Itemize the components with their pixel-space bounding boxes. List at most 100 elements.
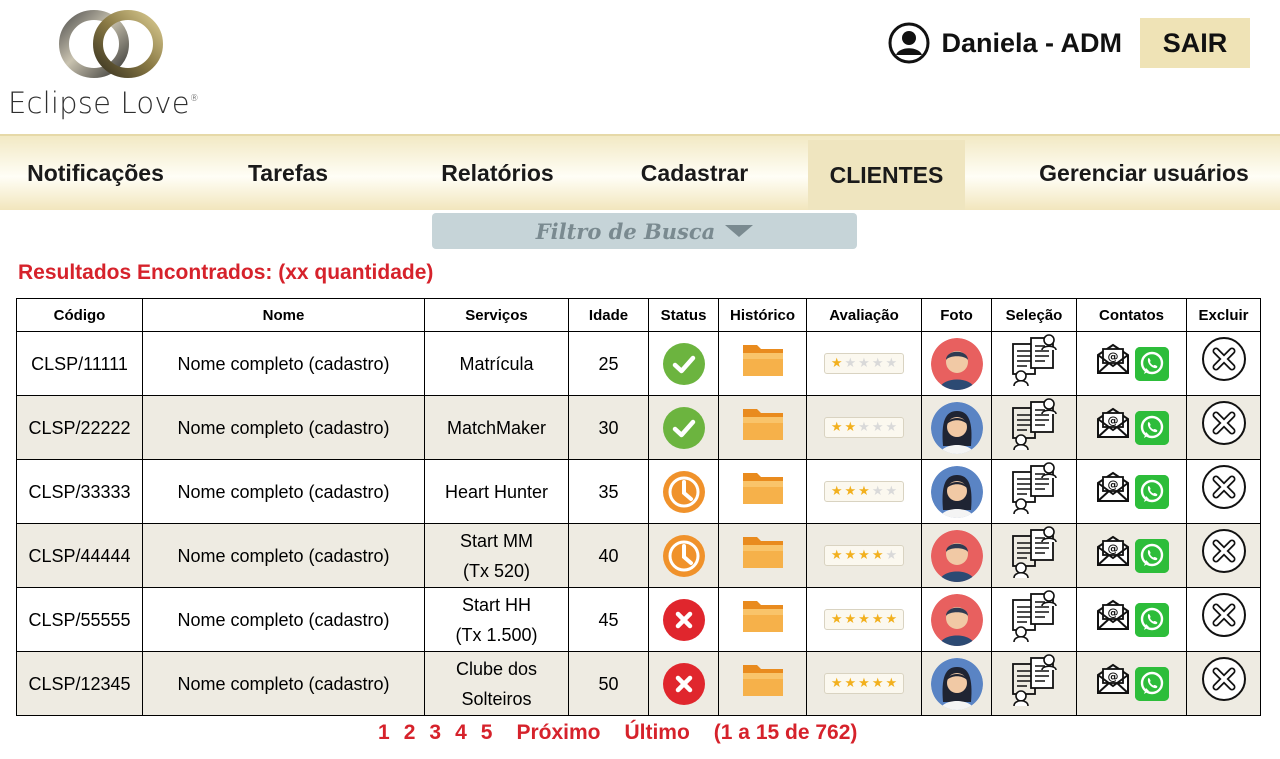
- mail-icon[interactable]: @: [1095, 535, 1131, 576]
- table-row[interactable]: CLSP/22222 Nome completo (cadastro) MatchM…: [16, 395, 1261, 460]
- star-icon: ★: [871, 612, 884, 627]
- next-page-link[interactable]: Próximo: [516, 721, 600, 745]
- folder-icon[interactable]: [741, 659, 785, 708]
- column-header[interactable]: Idade: [568, 298, 649, 332]
- cell-service: Heart Hunter: [424, 459, 569, 524]
- avatar[interactable]: [930, 657, 983, 710]
- cell-name[interactable]: Nome completo (cadastro): [142, 651, 425, 716]
- mail-icon[interactable]: @: [1095, 343, 1131, 384]
- cell-contacts: @: [1076, 587, 1187, 652]
- cell-name[interactable]: Nome completo (cadastro): [142, 523, 425, 588]
- delete-circle-icon[interactable]: [1201, 592, 1247, 647]
- column-header[interactable]: Status: [648, 298, 719, 332]
- user-avatar-icon[interactable]: [887, 21, 931, 65]
- star-icon: ★: [885, 548, 898, 563]
- star-icon: ★: [830, 548, 843, 563]
- mail-icon[interactable]: @: [1095, 599, 1131, 640]
- contact-card-icon[interactable]: [1009, 460, 1059, 523]
- clock-icon: [662, 470, 706, 514]
- whatsapp-icon[interactable]: [1134, 666, 1169, 701]
- mail-icon[interactable]: @: [1095, 663, 1131, 704]
- column-header[interactable]: Seleção: [991, 298, 1077, 332]
- folder-icon[interactable]: [741, 403, 785, 452]
- star-icon: ★: [844, 356, 857, 371]
- delete-circle-icon[interactable]: [1201, 528, 1247, 583]
- brand-logo: Eclipse Love®: [8, 10, 208, 125]
- contact-card-icon[interactable]: [1009, 396, 1059, 459]
- avatar[interactable]: [930, 337, 983, 390]
- column-header[interactable]: Excluir: [1186, 298, 1261, 332]
- rating-stars: ★ ★ ★ ★ ★: [823, 353, 905, 374]
- delete-circle-icon[interactable]: [1201, 336, 1247, 391]
- star-icon: ★: [830, 356, 843, 371]
- page-link[interactable]: 1: [378, 721, 390, 745]
- column-header[interactable]: Código: [16, 298, 143, 332]
- whatsapp-icon[interactable]: [1134, 538, 1169, 573]
- star-icon: ★: [858, 420, 870, 435]
- folder-icon[interactable]: [741, 467, 785, 516]
- cell-name[interactable]: Nome completo (cadastro): [142, 459, 425, 524]
- cell-name[interactable]: Nome completo (cadastro): [142, 331, 425, 396]
- delete-circle-icon[interactable]: [1201, 656, 1247, 711]
- whatsapp-icon[interactable]: [1134, 410, 1169, 445]
- table-row[interactable]: CLSP/44444 Nome completo (cadastro) Start …: [16, 523, 1261, 588]
- table-row[interactable]: CLSP/55555 Nome completo (cadastro) Start …: [16, 587, 1261, 652]
- table-row[interactable]: CLSP/11111 Nome completo (cadastro) Matríc…: [16, 331, 1261, 396]
- page-link[interactable]: 2: [404, 721, 416, 745]
- avatar[interactable]: [930, 593, 983, 646]
- cell-rating: ★ ★ ★ ★ ★: [806, 587, 922, 652]
- page-link[interactable]: 4: [455, 721, 467, 745]
- nav-item-tarefas[interactable]: Tarefas: [218, 136, 358, 210]
- avatar[interactable]: [930, 401, 983, 454]
- mail-icon[interactable]: @: [1095, 407, 1131, 448]
- page-link[interactable]: 3: [429, 721, 441, 745]
- column-header[interactable]: Contatos: [1076, 298, 1187, 332]
- column-header[interactable]: Foto: [921, 298, 992, 332]
- cell-rating: ★ ★ ★ ★ ★: [806, 459, 922, 524]
- whatsapp-icon[interactable]: [1134, 474, 1169, 509]
- column-header[interactable]: Histórico: [718, 298, 807, 332]
- whatsapp-icon[interactable]: [1134, 346, 1169, 381]
- avatar[interactable]: [930, 465, 983, 518]
- table-row[interactable]: CLSP/12345 Nome completo (cadastro) Clube …: [16, 651, 1261, 716]
- contact-card-icon[interactable]: [1009, 652, 1059, 715]
- nav-item-notificacoes[interactable]: Notificações: [8, 136, 183, 210]
- folder-icon[interactable]: [741, 531, 785, 580]
- star-icon: ★: [844, 420, 857, 435]
- star-icon: ★: [885, 420, 898, 435]
- cell-status: [648, 331, 719, 396]
- whatsapp-icon[interactable]: [1134, 602, 1169, 637]
- avatar[interactable]: [930, 529, 983, 582]
- mail-icon[interactable]: @: [1095, 471, 1131, 512]
- cell-delete: [1186, 331, 1261, 396]
- star-icon: ★: [844, 548, 857, 563]
- delete-circle-icon[interactable]: [1201, 400, 1247, 455]
- page-link[interactable]: 5: [481, 721, 493, 745]
- search-filter-toggle[interactable]: Filtro de Busca: [432, 213, 857, 249]
- service-line: Start MM: [459, 530, 533, 551]
- last-page-link[interactable]: Último: [624, 721, 689, 745]
- svg-text:@: @: [1107, 350, 1118, 363]
- logout-button[interactable]: SAIR: [1140, 18, 1250, 68]
- column-header[interactable]: Avaliação: [806, 298, 922, 332]
- delete-circle-icon[interactable]: [1201, 464, 1247, 519]
- contact-card-icon[interactable]: [1009, 332, 1059, 395]
- cell-name[interactable]: Nome completo (cadastro): [142, 395, 425, 460]
- clients-table: Código Nome Serviços Idade Status Histór…: [16, 298, 1261, 716]
- table-row[interactable]: CLSP/33333 Nome completo (cadastro) Heart …: [16, 459, 1261, 524]
- folder-icon[interactable]: [741, 339, 785, 388]
- service-line: Heart Hunter: [444, 481, 549, 502]
- cell-code: CLSP/55555: [16, 587, 143, 652]
- nav-item-gerenciar-usuarios[interactable]: Gerenciar usuários: [1020, 136, 1268, 210]
- column-header[interactable]: Nome: [142, 298, 425, 332]
- cell-photo: [921, 395, 992, 460]
- contact-card-icon[interactable]: [1009, 524, 1059, 587]
- nav-item-cadastrar[interactable]: Cadastrar: [622, 136, 767, 210]
- column-header[interactable]: Serviços: [424, 298, 569, 332]
- cell-name[interactable]: Nome completo (cadastro): [142, 587, 425, 652]
- nav-item-clientes[interactable]: CLIENTES: [808, 140, 965, 210]
- nav-item-relatorios[interactable]: Relatórios: [420, 136, 575, 210]
- contact-card-icon[interactable]: [1009, 588, 1059, 651]
- cell-selection: [991, 587, 1077, 652]
- folder-icon[interactable]: [741, 595, 785, 644]
